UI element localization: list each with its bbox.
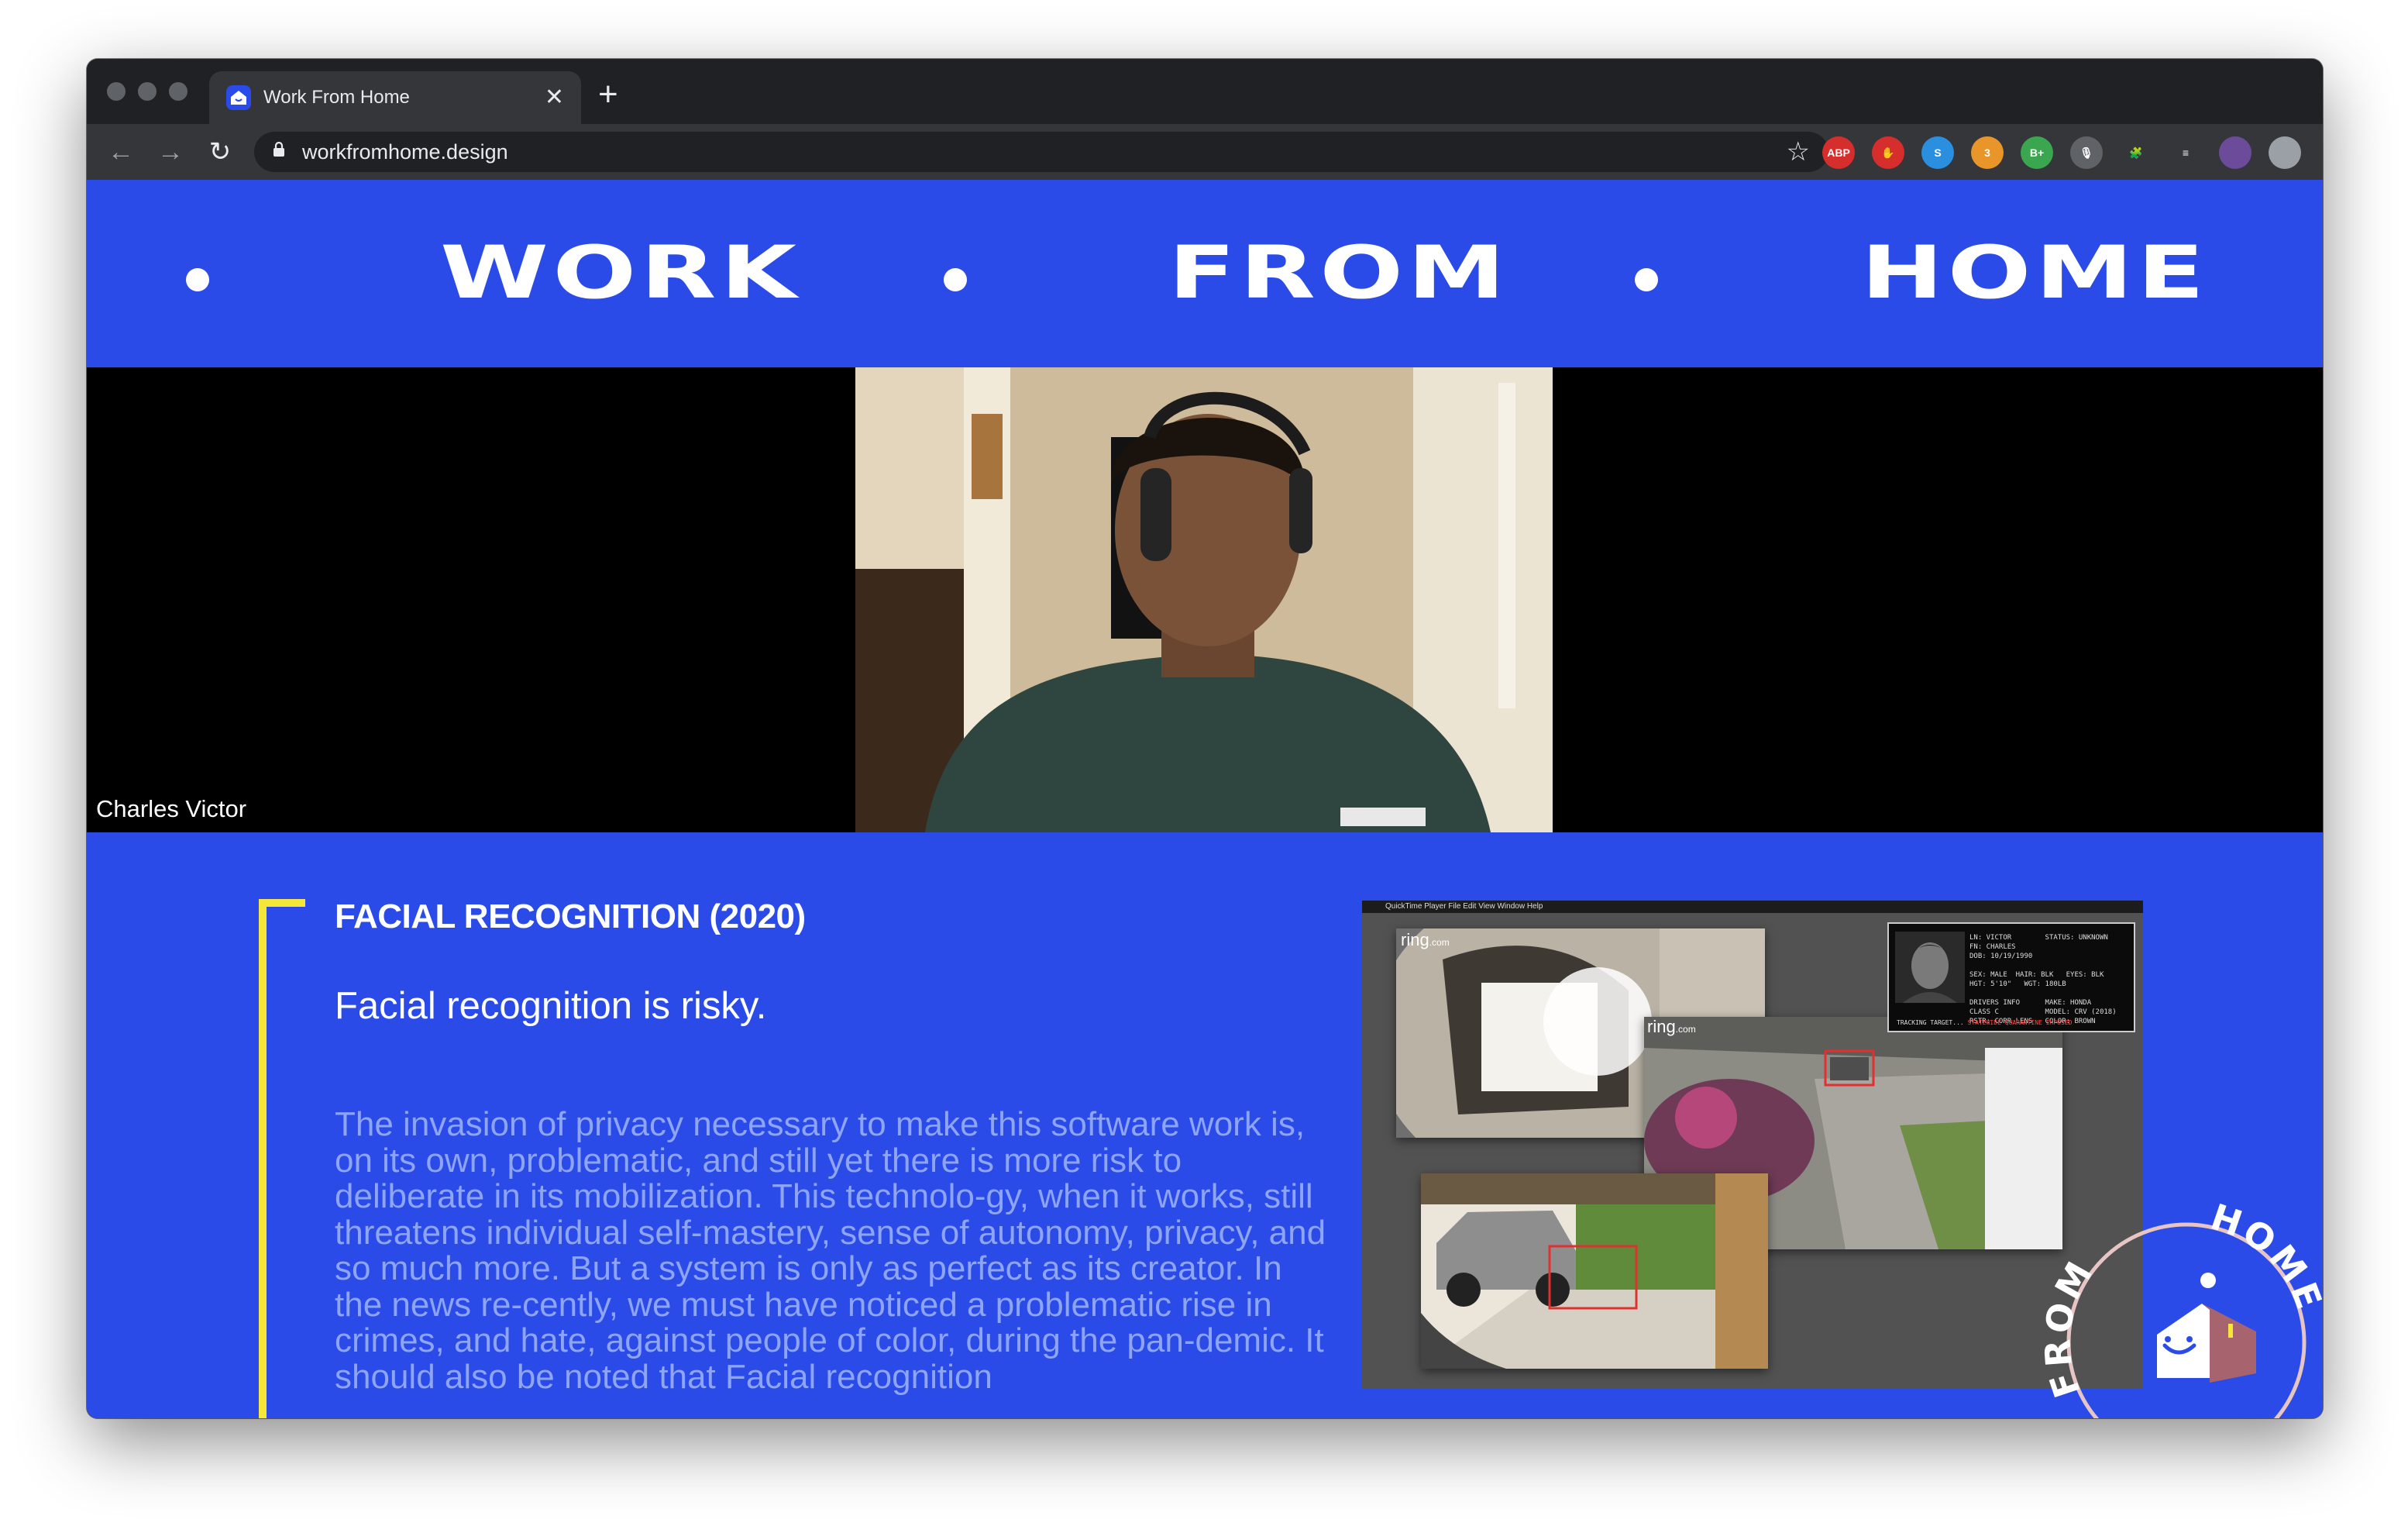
mugshot-image <box>1895 932 1965 1003</box>
minimize-window-button[interactable] <box>138 82 157 101</box>
house-icon <box>2157 1304 2256 1383</box>
extension-icon-4[interactable]: B+ <box>2021 136 2053 169</box>
browser-window: Work From Home ✕ + ← → ↻ workfromhome.de… <box>87 59 2323 1418</box>
figure-menubar: QuickTime Player File Edit View Window H… <box>1362 901 2143 913</box>
id-info-card: LN: VICTOR STATUS: UNKNOWN FN: CHARLES D… <box>1887 922 2135 1032</box>
yellow-bracket-decoration <box>259 899 305 1418</box>
article-title: FACIAL RECOGNITION (2020) <box>335 897 806 935</box>
article-body: The invasion of privacy necessary to mak… <box>335 1105 1326 1396</box>
tab-work-from-home[interactable]: Work From Home ✕ <box>209 71 581 124</box>
browser-toolbar: ← → ↻ workfromhome.design ☆ ABP ✋ S 3 B+ 🎙 🧩 ≡ <box>87 124 2323 180</box>
back-arrow-icon[interactable]: ← <box>96 137 146 167</box>
extension-icon-2[interactable]: S <box>1921 136 1954 169</box>
address-bar[interactable]: workfromhome.design ☆ <box>254 132 1828 172</box>
extension-icon-0[interactable]: ABP <box>1822 136 1855 169</box>
work-from-home-badge[interactable]: HOME WORK FROM <box>2024 1180 2323 1418</box>
lock-icon <box>273 141 285 162</box>
svg-text:FROM: FROM <box>2036 1252 2102 1403</box>
extension-icon-8[interactable] <box>2219 136 2251 169</box>
extension-icon-7[interactable]: ≡ <box>2169 136 2202 169</box>
ring-logo: ring.com <box>1401 930 1450 949</box>
close-window-button[interactable] <box>107 82 126 101</box>
extension-icon-1[interactable]: ✋ <box>1872 136 1904 169</box>
badge-text-from: FROM <box>2036 1252 2099 1403</box>
hero-word-from: FROM <box>1168 231 1510 315</box>
close-tab-icon[interactable]: ✕ <box>545 86 564 109</box>
hero-word-home: HOME <box>1861 231 2209 315</box>
house-icon <box>226 85 251 110</box>
extension-icons: ABP ✋ S 3 B+ 🎙 🧩 ≡ <box>1822 136 2301 169</box>
bullet-dot <box>1635 268 1658 291</box>
svg-text:HOME: HOME <box>2206 1196 2323 1318</box>
bullet-dot <box>944 268 967 291</box>
video-call-strip: Charles Victor <box>87 367 2323 832</box>
svg-text:WORK: WORK <box>2146 1411 2299 1418</box>
tab-strip: Work From Home ✕ + <box>87 59 2323 124</box>
window-controls <box>107 82 187 101</box>
webcam-video[interactable] <box>855 367 1553 832</box>
id-info-text: LN: VICTOR STATUS: UNKNOWN FN: CHARLES D… <box>1969 934 2117 1025</box>
badge-text-work: WORK <box>2146 1411 2296 1418</box>
hero-banner: WORK FROM HOME <box>87 180 2323 367</box>
ring-logo: ring.com <box>1647 1017 1696 1036</box>
url-text[interactable]: workfromhome.design <box>302 140 1787 164</box>
participant-name: Charles Victor <box>96 795 247 822</box>
extension-icon-9[interactable] <box>2269 136 2301 169</box>
forward-arrow-icon[interactable]: → <box>146 137 195 167</box>
extension-icon-3[interactable]: 3 <box>1971 136 2004 169</box>
bullet-dot <box>186 268 209 291</box>
extension-icon-5[interactable]: 🎙 <box>2070 136 2103 169</box>
article-subtitle: Facial recognition is risky. <box>335 985 767 1027</box>
extension-icon-6[interactable]: 🧩 <box>2120 136 2152 169</box>
maximize-window-button[interactable] <box>169 82 187 101</box>
tab-title: Work From Home <box>263 87 410 108</box>
new-tab-button[interactable]: + <box>598 78 618 112</box>
badge-text-home: HOME <box>2206 1196 2323 1318</box>
hero-word-work: WORK <box>440 231 801 315</box>
tracking-status: TRACKING TARGET... STATEWIDE QUARANTINE … <box>1897 1019 2073 1026</box>
bookmark-star-icon[interactable]: ☆ <box>1787 136 1810 167</box>
reload-icon[interactable]: ↻ <box>195 136 245 167</box>
page-content: WORK FROM HOME Charles Victor FACIAL REC… <box>87 180 2323 1418</box>
car-camera-frame <box>1421 1173 1768 1369</box>
